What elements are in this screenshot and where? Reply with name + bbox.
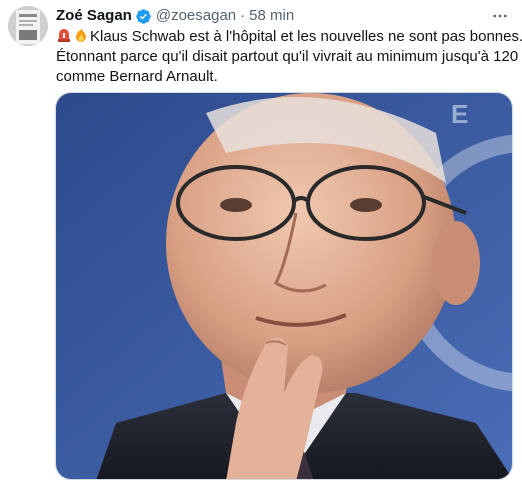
svg-text:E: E — [451, 99, 468, 129]
author-name[interactable]: Zoé Sagan — [56, 6, 132, 26]
separator-dot: · — [240, 7, 246, 24]
rotating-light-icon — [56, 27, 72, 43]
verified-badge-icon — [135, 8, 152, 25]
photo-man-thinking: E — [56, 93, 512, 479]
tweet-text-line-1-text: Klaus Schwab est à l'hôpital et les nouv… — [90, 28, 522, 45]
tweet-card[interactable]: Zoé Sagan @zoesagan · 58 min Klaus Schwa… — [0, 0, 522, 485]
tweet-text-line-2: Étonnant parce qu'il disait partout qu'i… — [56, 48, 522, 65]
tweet-text-line-1: Klaus Schwab est à l'hôpital et les nouv… — [56, 27, 522, 47]
avatar[interactable] — [8, 6, 48, 46]
tweet-text: Klaus Schwab est à l'hôpital et les nouv… — [56, 27, 522, 87]
more-options-icon[interactable] — [490, 7, 510, 25]
fire-icon — [73, 27, 89, 43]
tweet-text-line-3: comme Bernard Arnault. — [56, 68, 218, 85]
timestamp[interactable]: 58 min — [249, 6, 294, 26]
tweet-header: Zoé Sagan @zoesagan · 58 min — [56, 6, 512, 26]
tweet-photo[interactable]: E — [55, 92, 513, 480]
author-handle[interactable]: @zoesagan — [156, 6, 236, 26]
